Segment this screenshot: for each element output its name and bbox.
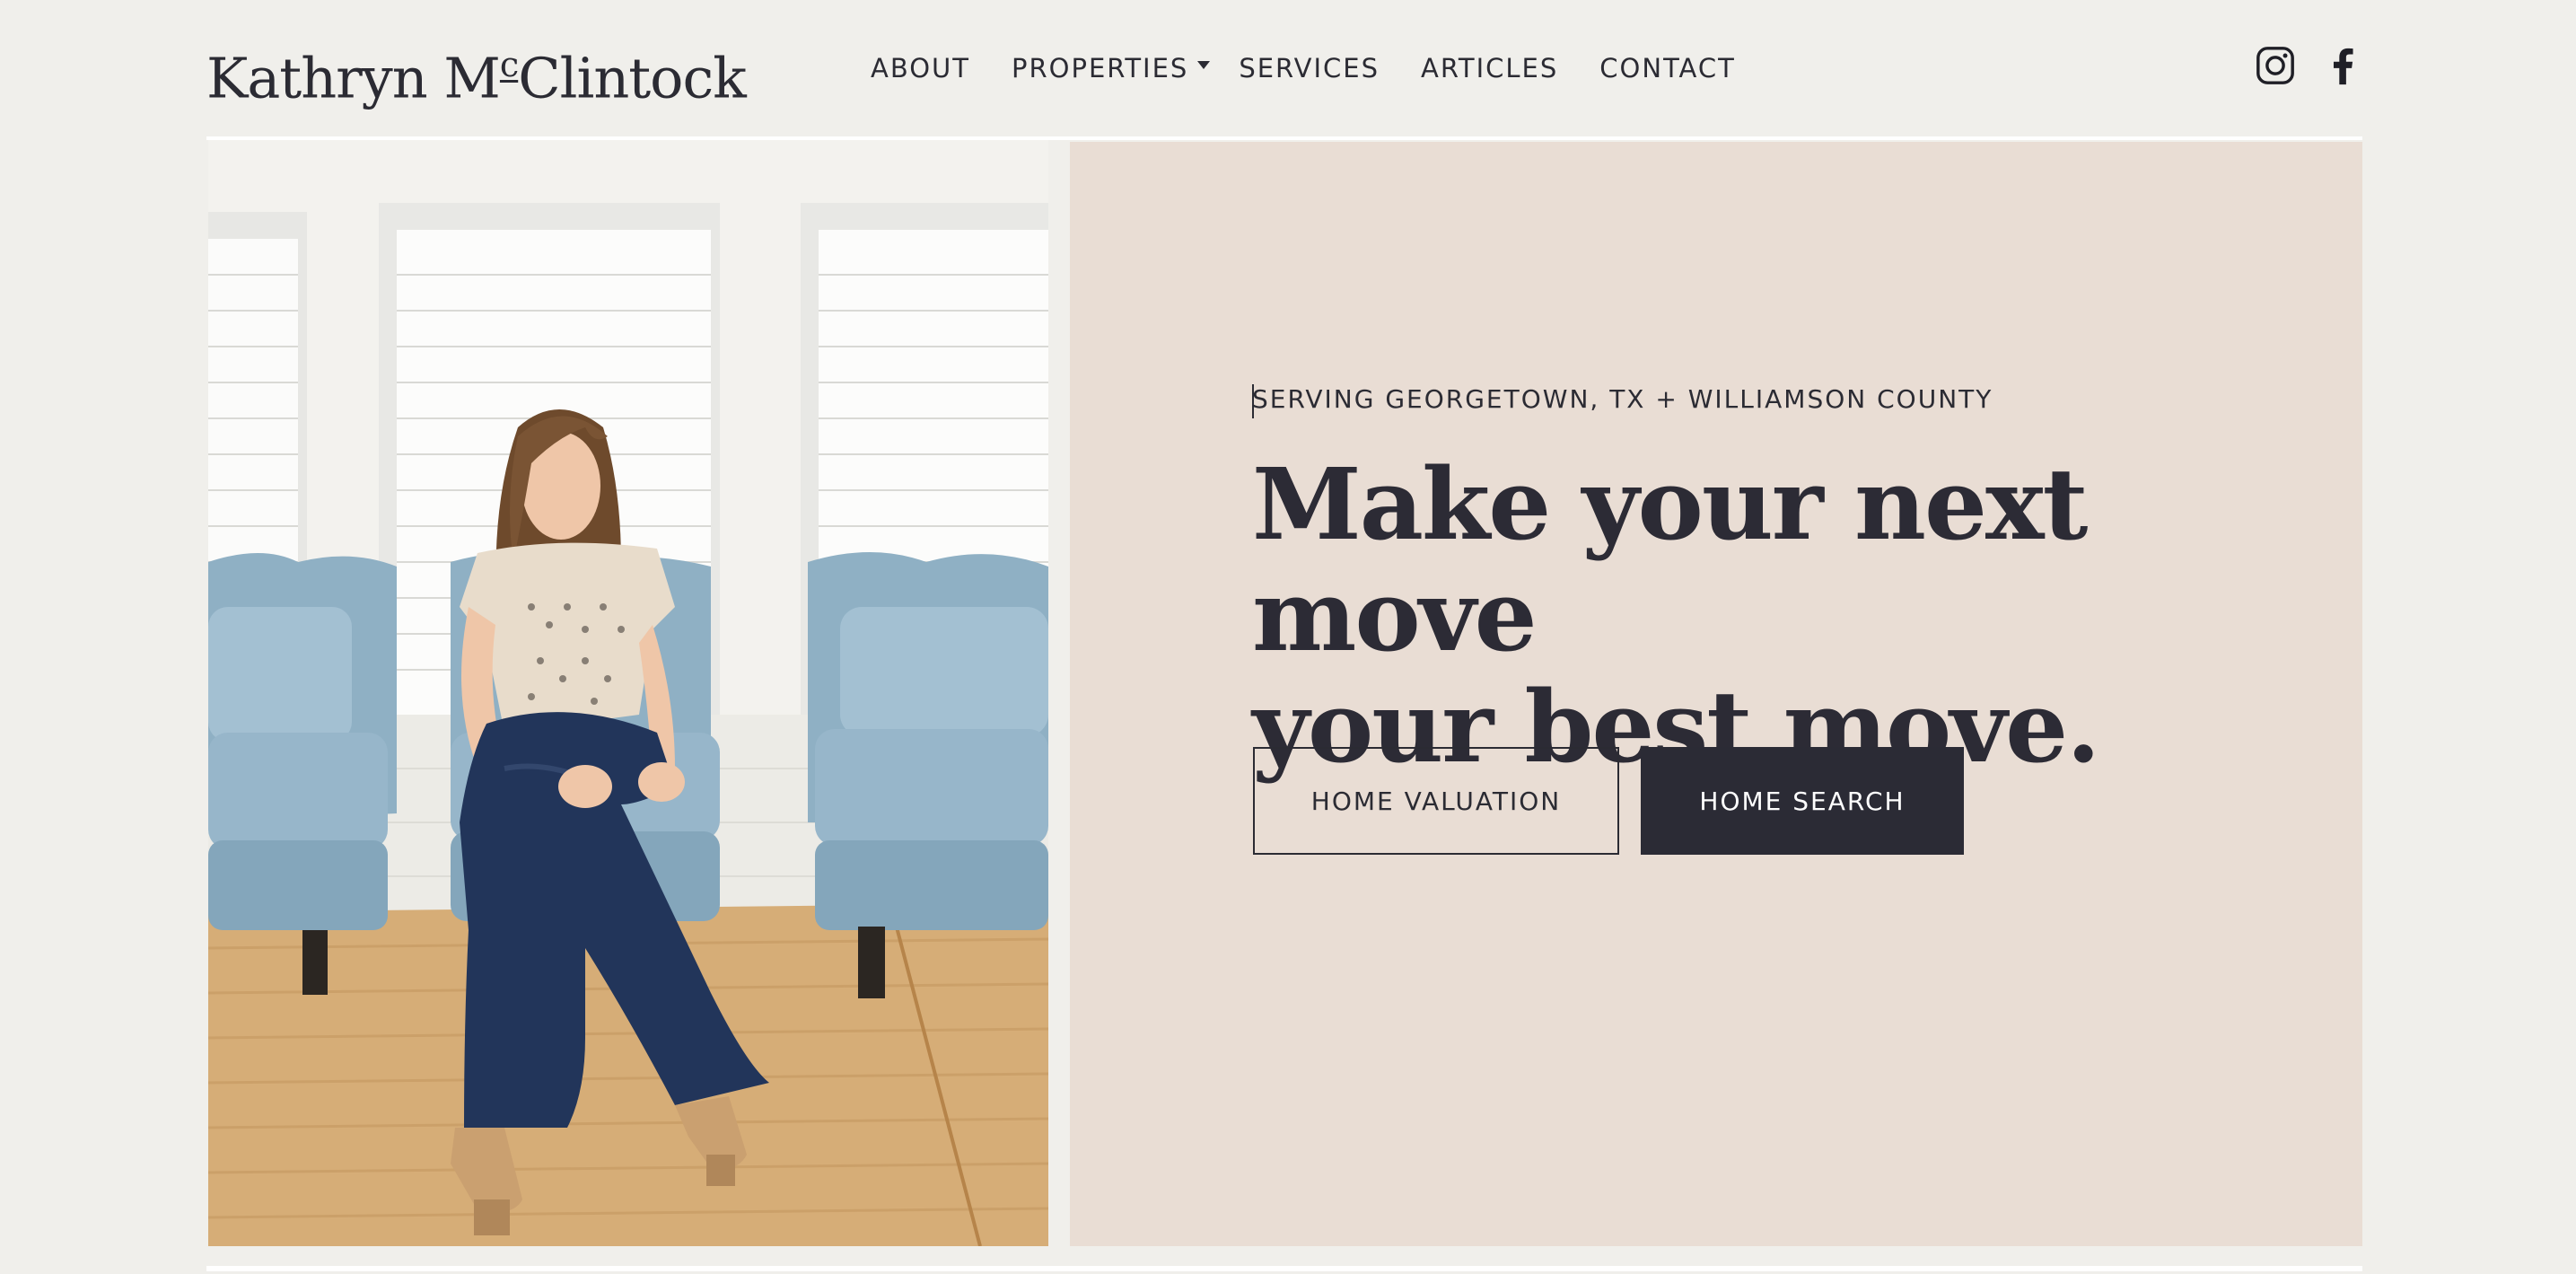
nav-item-label: ABOUT — [871, 53, 970, 83]
hero-photo-illustration — [208, 140, 1048, 1246]
main-nav: ABOUT PROPERTIES SERVICES ARTICLES CONTA… — [871, 45, 1777, 92]
logo-text-prefix: Kathryn M — [206, 45, 501, 111]
social-links — [2255, 45, 2391, 86]
caret-down-icon[interactable] — [1197, 60, 1211, 69]
site-logo[interactable]: Kathryn McClintock — [206, 25, 747, 120]
home-search-label: HOME SEARCH — [1699, 786, 1906, 816]
nav-item-label: SERVICES — [1239, 53, 1380, 83]
nav-item-label: CONTACT — [1599, 53, 1736, 83]
facebook-icon[interactable] — [2323, 45, 2364, 86]
logo-text-suffix: Clintock — [518, 45, 747, 111]
hero-headline: Make your next move your best move. — [1252, 449, 2311, 783]
instagram-icon[interactable] — [2255, 45, 2296, 86]
nav-item-articles[interactable]: ARTICLES — [1421, 53, 1558, 83]
chair-left — [208, 553, 397, 995]
nav-item-properties[interactable]: PROPERTIES — [1012, 53, 1211, 83]
nav-item-services[interactable]: SERVICES — [1239, 53, 1380, 83]
section-divider — [206, 1266, 2362, 1271]
nav-item-label: ARTICLES — [1421, 53, 1559, 83]
nav-item-contact[interactable]: CONTACT — [1599, 53, 1736, 83]
nav-item-label: PROPERTIES — [1012, 53, 1189, 83]
home-valuation-label: HOME VALUATION — [1310, 786, 1562, 816]
hero-photo — [208, 140, 1048, 1246]
home-search-button[interactable]: HOME SEARCH — [1641, 747, 1964, 855]
site-header: Kathryn McClintock ABOUT PROPERTIES SERV… — [0, 0, 2576, 136]
logo-text-sup: c — [499, 45, 519, 84]
home-valuation-button[interactable]: HOME VALUATION — [1253, 747, 1619, 855]
nav-item-about[interactable]: ABOUT — [871, 53, 970, 83]
hero-eyebrow: SERVING GEORGETOWN, TX + WILLIAMSON COUN… — [1252, 384, 1993, 414]
hero-headline-line-1: Make your next move — [1252, 446, 2088, 673]
